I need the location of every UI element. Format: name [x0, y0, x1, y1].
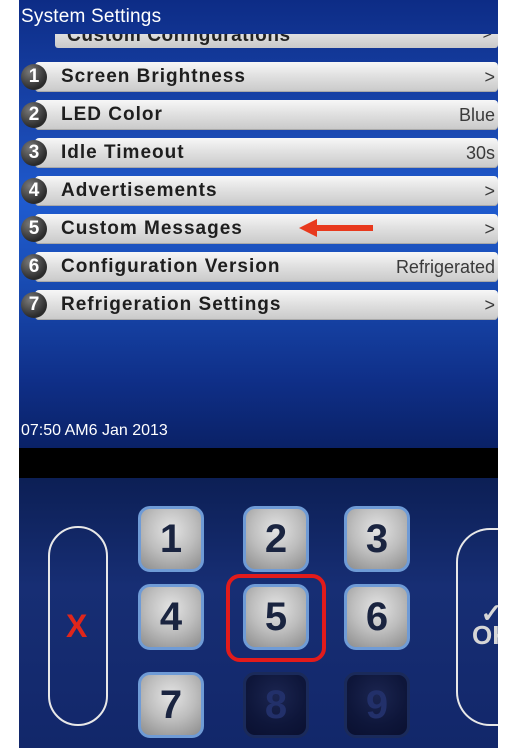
menu-item-label: Custom Configurations	[67, 34, 291, 46]
settings-menu: 1 Screen Brightness > 2 LED Color Blue 3…	[19, 62, 498, 328]
menu-item-value: Refrigerated	[395, 257, 495, 277]
close-icon: X	[66, 608, 88, 644]
key-3[interactable]: 3	[344, 506, 410, 572]
key-7[interactable]: 7	[138, 672, 204, 738]
menu-item-label: Custom Messages	[61, 218, 243, 239]
device-frame: System Settings Custom Configurations > …	[19, 0, 498, 748]
cancel-button[interactable]: X	[48, 526, 108, 726]
chevron-right-icon: >	[484, 295, 495, 315]
status-datetime: 07:50 AM6 Jan 2013	[21, 422, 168, 439]
chevron-right-icon: >	[482, 34, 492, 43]
menu-item-refrigeration-settings[interactable]: 7 Refrigeration Settings >	[19, 290, 498, 322]
menu-item-idle-timeout[interactable]: 3 Idle Timeout 30s	[19, 138, 498, 170]
ok-button[interactable]: ✓ OK	[456, 528, 498, 726]
menu-item-led-color[interactable]: 2 LED Color Blue	[19, 100, 498, 132]
menu-item-value: 30s	[465, 143, 495, 163]
ok-label: OK	[472, 620, 498, 650]
key-2[interactable]: 2	[243, 506, 309, 572]
number-badge-6: 6	[21, 254, 47, 280]
key-4[interactable]: 4	[138, 584, 204, 650]
keypad-panel: X 1 2 3 4 5 6 7 8 9 ✓ OK	[19, 478, 498, 748]
display-screen: System Settings Custom Configurations > …	[19, 0, 498, 448]
annotation-arrow-icon	[299, 219, 373, 237]
selection-highlight	[226, 574, 326, 662]
menu-item-label: Advertisements	[61, 180, 218, 201]
number-badge-5: 5	[21, 216, 47, 242]
number-badge-2: 2	[21, 102, 47, 128]
menu-item-label: LED Color	[61, 104, 163, 125]
menu-item-label: Refrigeration Settings	[61, 294, 282, 315]
chevron-right-icon: >	[484, 219, 495, 239]
menu-item-value: Blue	[458, 105, 495, 125]
key-8[interactable]: 8	[243, 672, 309, 738]
page-title: System Settings	[21, 6, 162, 27]
menu-item-label: Idle Timeout	[61, 142, 185, 163]
key-1[interactable]: 1	[138, 506, 204, 572]
ok-label-group: ✓ OK	[472, 600, 498, 650]
number-badge-3: 3	[21, 140, 47, 166]
menu-item-custom-configurations[interactable]: Custom Configurations >	[55, 34, 498, 48]
divider-band	[19, 448, 498, 478]
key-9[interactable]: 9	[344, 672, 410, 738]
menu-item-configuration-version[interactable]: 6 Configuration Version Refrigerated	[19, 252, 498, 284]
menu-item-label: Screen Brightness	[61, 66, 246, 87]
menu-item-custom-messages[interactable]: 5 Custom Messages >	[19, 214, 498, 246]
chevron-right-icon: >	[484, 181, 495, 201]
menu-item-label: Configuration Version	[61, 256, 281, 277]
number-badge-7: 7	[21, 292, 47, 318]
chevron-right-icon: >	[484, 67, 495, 87]
number-badge-4: 4	[21, 178, 47, 204]
number-badge-1: 1	[21, 64, 47, 90]
menu-item-screen-brightness[interactable]: 1 Screen Brightness >	[19, 62, 498, 94]
key-6[interactable]: 6	[344, 584, 410, 650]
menu-item-advertisements[interactable]: 4 Advertisements >	[19, 176, 498, 208]
